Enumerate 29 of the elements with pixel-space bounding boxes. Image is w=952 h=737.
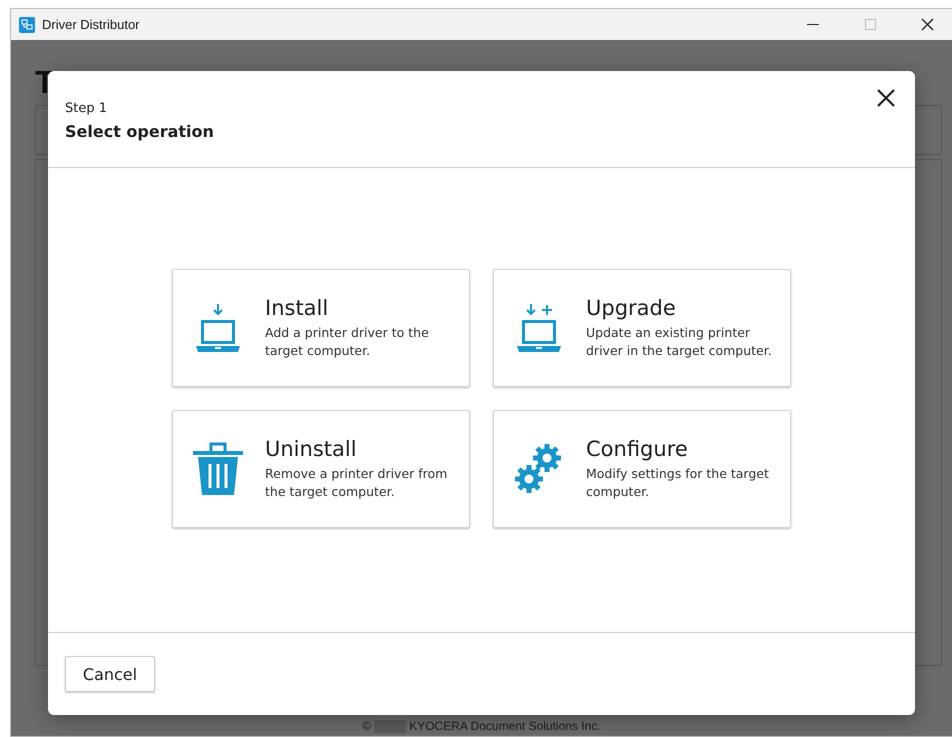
operation-card[interactable]: Configure Modify settings for the target computer. xyxy=(493,410,791,528)
dialog-title: Select operation xyxy=(65,122,214,141)
operation-description: Remove a printer driver from the target computer. xyxy=(265,464,448,500)
operation-title: Upgrade xyxy=(586,296,677,320)
copyright-text: KYOCERA Document Solutions Inc. xyxy=(409,719,601,733)
operation-title: Uninstall xyxy=(265,436,358,460)
operation-description: Update an existing printer driver in the target computer. xyxy=(586,324,772,360)
close-button[interactable] xyxy=(875,87,897,109)
laptop-download-plus-icon xyxy=(515,302,563,354)
laptop-download-icon xyxy=(194,302,242,354)
close-icon xyxy=(875,87,897,109)
gears-icon xyxy=(515,442,563,494)
window-title: Driver Distributor xyxy=(42,17,141,32)
copyright-symbol: © xyxy=(362,719,372,733)
operation-description: Add a printer driver to the target computer. xyxy=(265,324,430,360)
step-label: Step 1 xyxy=(65,101,108,116)
operation-title: Configure xyxy=(586,436,689,460)
operation-card[interactable]: Upgrade Update an existing printer driver in the target computer. xyxy=(493,268,791,386)
maximize-icon xyxy=(864,19,876,30)
operation-card[interactable]: Install Add a printer driver to the target computer. xyxy=(172,268,470,386)
minimize-icon xyxy=(807,24,819,26)
operation-card[interactable]: Uninstall Remove a printer driver from the target computer. xyxy=(172,410,470,528)
close-icon xyxy=(920,18,934,31)
operation-title: Install xyxy=(265,296,330,320)
app-icon xyxy=(19,16,35,32)
redacted-block xyxy=(374,720,406,732)
trash-icon xyxy=(192,442,244,496)
operation-description: Modify settings for the target computer. xyxy=(586,464,770,500)
cancel-button[interactable]: Cancel xyxy=(65,656,155,692)
